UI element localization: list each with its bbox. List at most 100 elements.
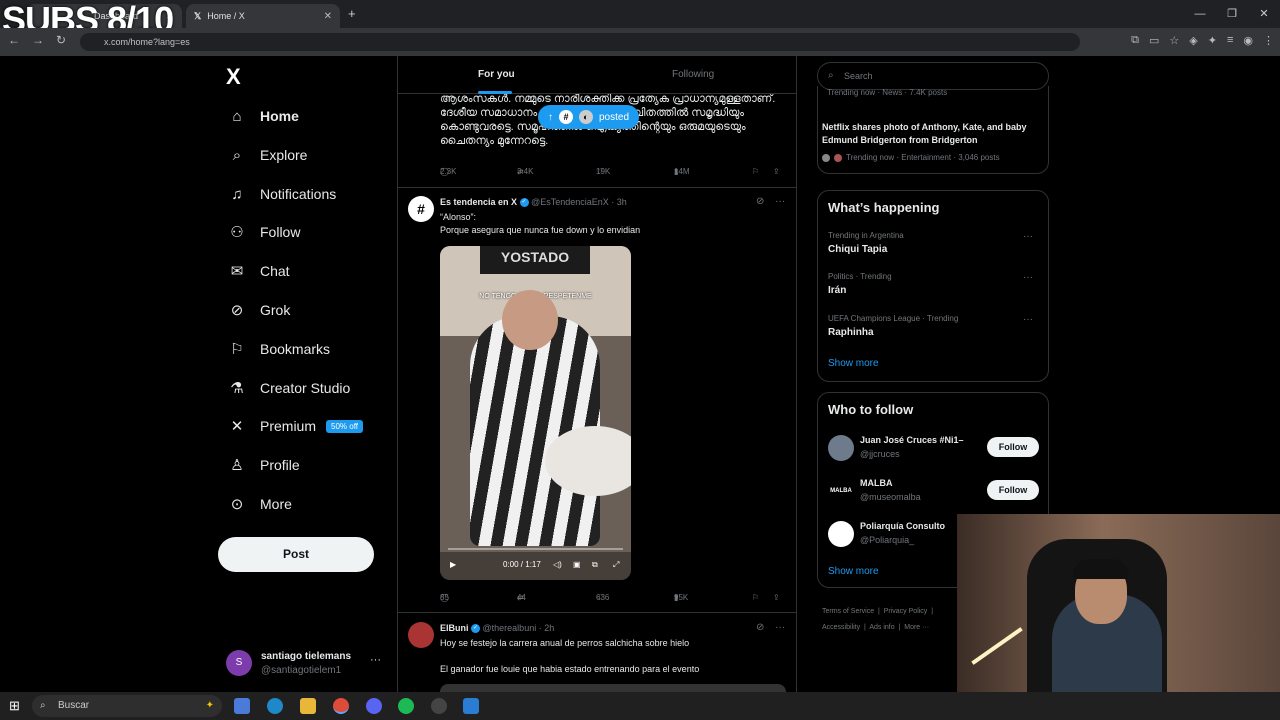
nav-item-chat[interactable]: ✉ Chat xyxy=(226,256,290,286)
nav-item-explore[interactable]: ⌕ Explore xyxy=(226,140,308,170)
minimize-icon[interactable]: — xyxy=(1184,0,1216,28)
like-count: 19K xyxy=(596,167,611,176)
taskbar-search[interactable]: ⌕ Buscar ✦ xyxy=(32,695,222,717)
more-icon[interactable]: ··· xyxy=(775,196,785,207)
app-icon[interactable] xyxy=(463,698,479,714)
follow-button[interactable]: Follow xyxy=(987,437,1039,457)
author-name[interactable]: Es tendencia en X xyxy=(440,197,517,207)
volume-icon[interactable]: ◁) xyxy=(553,560,562,569)
tab-following[interactable]: Following xyxy=(672,69,714,80)
reload-icon[interactable]: ↻ xyxy=(56,33,66,47)
nav-item-home[interactable]: ⌂ Home xyxy=(226,101,298,131)
share-icon[interactable]: ⇪ xyxy=(773,593,780,602)
author-handle[interactable]: @therealbuni xyxy=(483,623,537,633)
follow-suggestion-name[interactable]: Poliarquía Consulto xyxy=(860,521,945,531)
footer-link[interactable]: Ads info xyxy=(869,624,894,631)
footer-link[interactable]: Privacy Policy xyxy=(884,608,928,615)
grok-icon[interactable]: ⊘ xyxy=(756,196,764,207)
timestamp[interactable]: · 3h xyxy=(611,197,627,207)
nav-item-notifications[interactable]: ♫ Notifications xyxy=(226,179,336,209)
star-icon[interactable]: ☆ xyxy=(1169,34,1179,47)
follow-suggestion-handle: @jjcruces xyxy=(860,449,900,459)
show-more-link[interactable]: Show more xyxy=(828,566,879,577)
windows-start-icon[interactable]: ⊞ xyxy=(9,698,20,714)
address-bar[interactable]: x.com/home?lang=es xyxy=(80,33,1080,51)
close-icon[interactable]: ✕ xyxy=(324,11,332,22)
nav-item-bookmarks[interactable]: ⚐ Bookmarks xyxy=(226,334,330,364)
author-handle[interactable]: @EsTendenciaEnX xyxy=(531,197,609,207)
more-icon[interactable]: ··· xyxy=(370,654,381,666)
back-icon[interactable]: ← xyxy=(8,33,20,47)
follow-suggestion-name[interactable]: MALBA xyxy=(860,478,893,488)
media-icon[interactable]: ≡ xyxy=(1227,34,1233,47)
nav-item-creator-studio[interactable]: ⚗ Creator Studio xyxy=(226,373,350,403)
trend-name[interactable]: Chiqui Tapia xyxy=(828,244,887,255)
more-icon[interactable]: ··· xyxy=(1023,231,1033,242)
avatar[interactable] xyxy=(828,521,854,547)
edge-icon[interactable] xyxy=(267,698,283,714)
tab-for-you[interactable]: For you xyxy=(478,69,515,80)
new-posts-pill[interactable]: ↑ # ◐ posted xyxy=(538,105,640,129)
footer-link[interactable]: Terms of Service xyxy=(822,608,874,615)
post-button[interactable]: Post xyxy=(218,537,374,572)
play-icon[interactable]: ▶ xyxy=(450,560,456,569)
forward-icon[interactable]: → xyxy=(32,33,44,47)
x-logo-icon[interactable]: X xyxy=(226,64,241,90)
tweet-tools: ⊘ ··· xyxy=(756,622,785,633)
fullscreen-icon[interactable]: ⤢ xyxy=(613,560,619,570)
nav-item-profile[interactable]: ♙ Profile xyxy=(226,450,299,480)
avatar[interactable]: # xyxy=(408,196,434,222)
video-progress-bar[interactable] xyxy=(448,548,623,550)
tweet-header: Es tendencia en X ✓ @EsTendenciaEnX · 3h xyxy=(440,197,627,208)
footer-link[interactable]: More ··· xyxy=(904,624,929,631)
puzzle-icon[interactable]: ✦ xyxy=(1208,34,1217,47)
file-explorer-icon[interactable] xyxy=(300,698,316,714)
follow-suggestion-name[interactable]: Juan José Cruces #Ni1– xyxy=(860,435,964,445)
avatar[interactable] xyxy=(828,435,854,461)
nav-item-follow[interactable]: ⚇ Follow xyxy=(226,217,300,247)
more-icon[interactable]: ··· xyxy=(1023,314,1033,325)
author-name[interactable]: ElBuni xyxy=(440,623,469,633)
nav-item-grok[interactable]: ⊘ Grok xyxy=(226,295,291,325)
timestamp[interactable]: · 2h xyxy=(539,623,555,633)
trend-name[interactable]: Raphinha xyxy=(828,327,874,338)
restore-icon[interactable]: ❐ xyxy=(1216,0,1248,28)
tweet-line: Hoy se festejo la carrera anual de perro… xyxy=(440,638,690,648)
chrome-icon[interactable] xyxy=(333,698,349,714)
close-window-icon[interactable]: ✕ xyxy=(1248,0,1280,28)
avatar[interactable] xyxy=(408,622,434,648)
grok-icon[interactable]: ⊘ xyxy=(756,622,764,633)
news-title[interactable]: Netflix shares photo of Anthony, Kate, a… xyxy=(822,121,1037,147)
obs-icon[interactable] xyxy=(431,698,447,714)
translate-icon[interactable]: ⧉ xyxy=(1131,34,1139,47)
profile-icon[interactable]: ◉ xyxy=(1243,34,1253,47)
bookmark-icon[interactable]: ⚐ xyxy=(752,593,759,602)
spotify-icon[interactable] xyxy=(398,698,414,714)
more-icon[interactable]: ··· xyxy=(775,622,785,633)
pip-icon[interactable]: ⧉ xyxy=(592,560,598,570)
cast-icon[interactable]: ▭ xyxy=(1149,34,1159,47)
trend-name[interactable]: Irán xyxy=(828,285,846,296)
share-icon[interactable]: ⇪ xyxy=(773,167,780,176)
nav-label: Notifications xyxy=(260,186,337,202)
view-count: 14M xyxy=(674,167,690,176)
video-player[interactable]: YOSTADO NO TENGO DAWN, RESPÉTENME ▶ 0:00… xyxy=(440,246,631,580)
extension-icon[interactable]: ◈ xyxy=(1189,34,1197,47)
menu-icon[interactable]: ⋮ xyxy=(1263,34,1274,47)
bookmark-icon[interactable]: ⚐ xyxy=(752,167,759,176)
tweet-media[interactable] xyxy=(440,684,786,692)
discord-icon[interactable] xyxy=(366,698,382,714)
footer-link[interactable]: Accessibility xyxy=(822,624,860,631)
nav-item-premium[interactable]: ✕ Premium 50% off xyxy=(226,411,363,441)
more-icon[interactable]: ··· xyxy=(1023,272,1033,283)
browser-tab-x-home[interactable]: 𝕏 Home / X ✕ xyxy=(186,4,340,28)
nav-item-more[interactable]: ⊙ More xyxy=(226,489,292,519)
captions-icon[interactable]: ▣ xyxy=(573,560,581,569)
avatar[interactable]: MALBA xyxy=(828,478,854,504)
show-more-link[interactable]: Show more xyxy=(828,358,879,369)
new-tab-button[interactable]: + xyxy=(348,6,356,21)
copilot-icon[interactable] xyxy=(234,698,250,714)
browser-tab-strip: Dashboard ✕ 𝕏 Home / X ✕ + — ❐ ✕ xyxy=(0,0,1280,28)
follow-button[interactable]: Follow xyxy=(987,480,1039,500)
account-switcher[interactable]: S santiago tielemans @santiagotielem1 ··… xyxy=(226,648,386,678)
